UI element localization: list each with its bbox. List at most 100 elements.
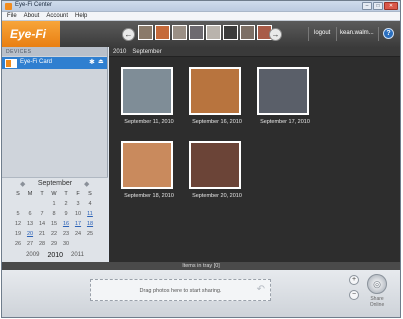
calendar: ◆ September ◆ S M T W T F S 1 2 3 4 5 6 7 8 9 10 11 12 13 14… <box>2 177 108 262</box>
calendar-day[interactable]: 10 <box>72 210 84 219</box>
calendar-day[interactable]: 20 <box>24 230 36 239</box>
drop-zone[interactable]: Drag photos here to start sharing. ↶ <box>90 279 271 301</box>
photo-image[interactable] <box>121 67 173 115</box>
photo-thumbnail[interactable]: September 20, 2010 <box>189 141 243 199</box>
calendar-day[interactable]: 21 <box>36 230 48 239</box>
calendar-day[interactable]: 22 <box>48 230 60 239</box>
strip-thumbnail[interactable] <box>172 25 187 40</box>
calendar-day[interactable]: 23 <box>60 230 72 239</box>
strip-thumbnail[interactable] <box>155 25 170 40</box>
zoom-in-icon[interactable]: + <box>349 275 359 285</box>
menu-help[interactable]: Help <box>75 12 87 20</box>
strip-thumbnail[interactable] <box>240 25 255 40</box>
eject-icon[interactable]: ⏏ <box>98 58 104 65</box>
calendar-day <box>24 200 36 209</box>
photo-image[interactable] <box>257 67 309 115</box>
zoom-out-icon[interactable]: − <box>349 290 359 300</box>
menu-about[interactable]: About <box>24 12 40 20</box>
photo-image[interactable] <box>189 67 241 115</box>
share-online-icon[interactable]: ◎ <box>367 274 387 294</box>
photo-thumbnail[interactable]: September 18, 2010 <box>121 141 175 199</box>
next-month-icon[interactable]: ◆ <box>84 180 89 188</box>
year-option[interactable]: 2011 <box>71 252 84 259</box>
calendar-weekday: F <box>76 191 80 197</box>
breadcrumb-year[interactable]: 2010 <box>113 47 126 56</box>
photo-image[interactable] <box>189 141 241 189</box>
window-controls: – □ ✕ <box>362 2 398 10</box>
calendar-day[interactable]: 25 <box>84 230 96 239</box>
calendar-day[interactable]: 29 <box>48 240 60 249</box>
calendar-weekday: T <box>64 191 68 197</box>
devices-heading: DEVICES <box>2 47 107 56</box>
calendar-day[interactable]: 27 <box>24 240 36 249</box>
logo-text: Eye-Fi <box>10 27 47 41</box>
year-option[interactable]: 2010 <box>47 252 63 259</box>
calendar-day[interactable]: 9 <box>60 210 72 219</box>
calendar-day[interactable]: 8 <box>48 210 60 219</box>
year-option[interactable]: 2009 <box>26 252 39 259</box>
device-label: Eye-Fi Card <box>20 59 53 65</box>
photo-date: September 17, 2010 <box>260 119 310 125</box>
arrow-left-icon[interactable]: ← <box>122 28 135 41</box>
calendar-day <box>72 240 84 249</box>
calendar-day[interactable]: 16 <box>60 220 72 229</box>
photo-thumbnail[interactable]: September 16, 2010 <box>189 67 243 125</box>
calendar-day[interactable]: 11 <box>84 210 96 219</box>
calendar-weekday: M <box>27 191 33 197</box>
calendar-day[interactable]: 17 <box>72 220 84 229</box>
calendar-day[interactable]: 19 <box>12 230 24 239</box>
drop-zone-text: Drag photos here to start sharing. <box>139 288 222 294</box>
strip-thumbnail[interactable] <box>189 25 204 40</box>
menu-account[interactable]: Account <box>46 12 68 20</box>
calendar-day[interactable]: 14 <box>36 220 48 229</box>
close-button[interactable]: ✕ <box>384 2 398 10</box>
header-divider <box>308 27 309 41</box>
photo-thumbnail[interactable]: September 11, 2010 <box>121 67 175 125</box>
calendar-day[interactable]: 7 <box>36 210 48 219</box>
memory-card-icon <box>5 59 17 68</box>
gear-icon[interactable]: ✱ <box>89 58 95 66</box>
strip-thumbnail[interactable] <box>206 25 221 40</box>
app-icon <box>5 3 12 10</box>
calendar-day[interactable]: 18 <box>84 220 96 229</box>
calendar-day[interactable]: 15 <box>48 220 60 229</box>
calendar-day[interactable]: 4 <box>84 200 96 209</box>
photo-thumbnail[interactable]: September 17, 2010 <box>257 67 311 125</box>
title-bar: Eye-Fi Center – □ ✕ <box>2 1 400 12</box>
calendar-day[interactable]: 13 <box>24 220 36 229</box>
help-icon[interactable]: ? <box>383 28 394 39</box>
calendar-day[interactable]: 3 <box>72 200 84 209</box>
minimize-button[interactable]: – <box>362 2 372 10</box>
calendar-weekday: W <box>51 191 57 197</box>
calendar-day[interactable]: 26 <box>12 240 24 249</box>
calendar-day[interactable]: 2 <box>60 200 72 209</box>
calendar-day[interactable]: 1 <box>48 200 60 209</box>
breadcrumb-month[interactable]: September <box>132 47 161 56</box>
sidebar: DEVICES Eye-Fi Card ✱ ⏏ ◆ September ◆ SM… <box>2 47 108 262</box>
photo-image[interactable] <box>121 141 173 189</box>
calendar-day[interactable]: 5 <box>12 210 24 219</box>
calendar-weekday: S <box>16 191 20 197</box>
calendar-grid: S M T W T F S 1 2 3 4 5 6 7 8 9 10 11 12 13 14 15 16 17 18 19 20 21… <box>12 190 98 249</box>
photo-date: September 20, 2010 <box>192 193 242 199</box>
arrow-right-icon[interactable]: → <box>269 28 282 41</box>
menu-file[interactable]: File <box>7 12 17 20</box>
calendar-day[interactable]: 30 <box>60 240 72 249</box>
strip-thumbnail[interactable] <box>223 25 238 40</box>
calendar-day <box>12 200 24 209</box>
calendar-day[interactable]: 12 <box>12 220 24 229</box>
menu-bar: File About Account Help <box>2 12 400 21</box>
calendar-month: September <box>37 180 73 187</box>
calendar-day[interactable]: 24 <box>72 230 84 239</box>
share-tray: Drag photos here to start sharing. ↶ + −… <box>2 270 400 317</box>
header-divider <box>336 27 337 41</box>
year-selector: 2009 2010 2011 <box>2 252 108 259</box>
sidebar-item-eye-fi-card[interactable]: Eye-Fi Card ✱ ⏏ <box>2 57 107 69</box>
calendar-day[interactable]: 6 <box>24 210 36 219</box>
maximize-button[interactable]: □ <box>373 2 383 10</box>
calendar-weekday: T <box>40 191 44 197</box>
strip-thumbnail[interactable] <box>138 25 153 40</box>
logout-link[interactable]: logout <box>314 30 330 36</box>
calendar-day[interactable]: 28 <box>36 240 48 249</box>
account-link[interactable]: kean.walm... <box>340 30 374 36</box>
